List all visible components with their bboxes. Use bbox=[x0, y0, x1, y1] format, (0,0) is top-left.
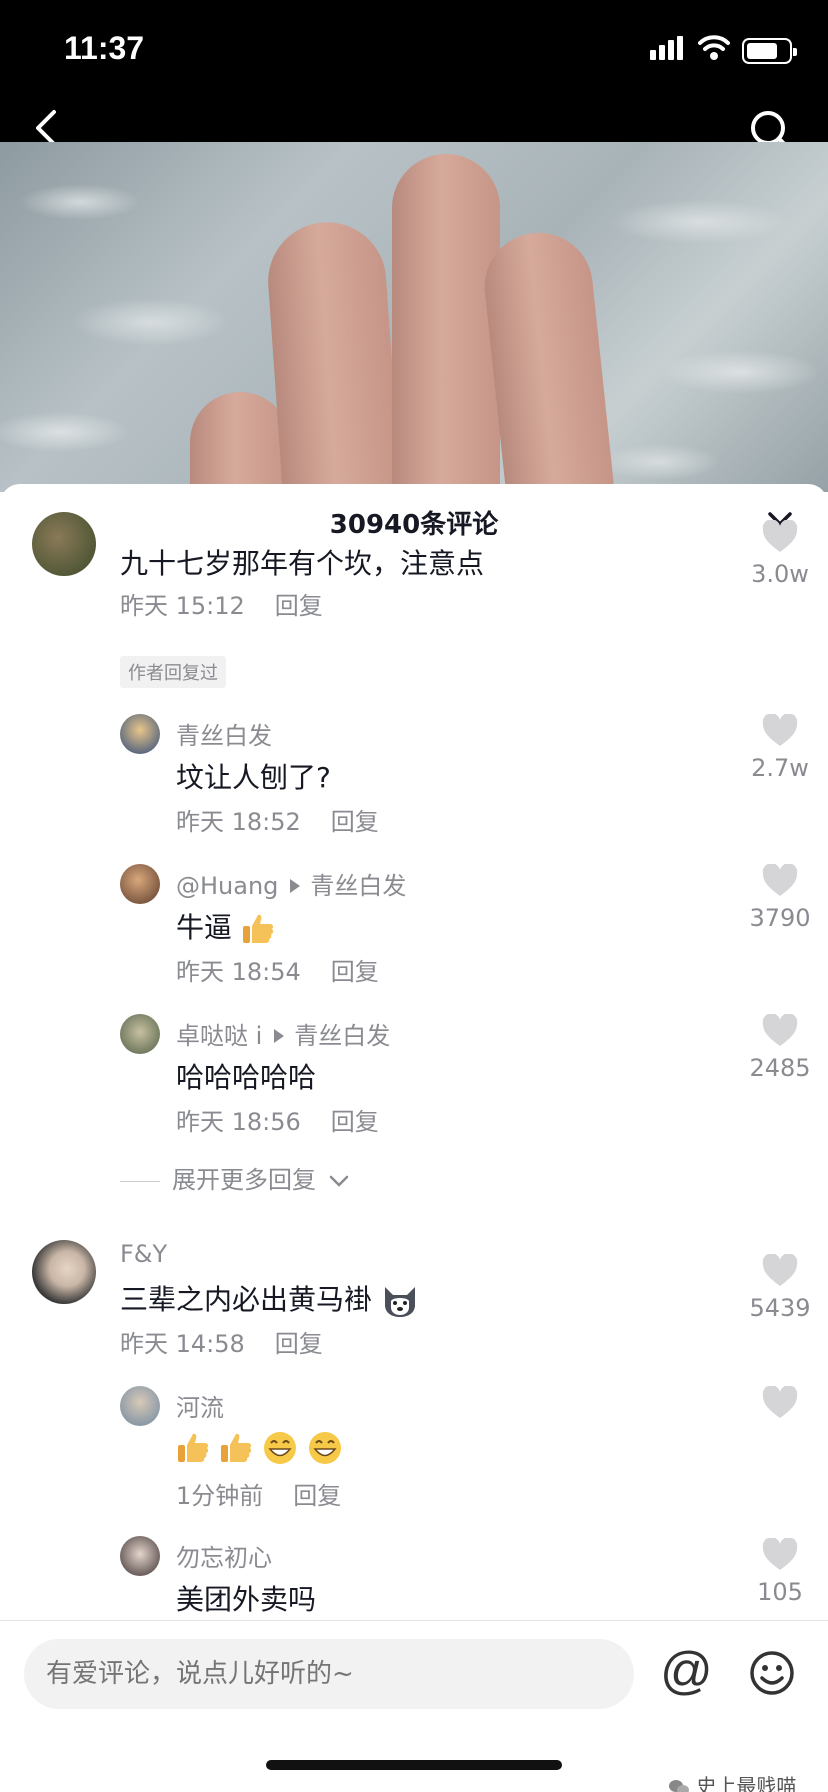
avatar[interactable] bbox=[120, 864, 160, 904]
reply-username: @Huang 青丝白发 bbox=[176, 872, 407, 900]
reply-username: 河流 bbox=[176, 1394, 224, 1422]
like-button[interactable] bbox=[740, 1385, 820, 1424]
like-count: 2485 bbox=[749, 1054, 811, 1082]
comment-time: 昨天 15:12 bbox=[120, 592, 245, 620]
reply-text bbox=[176, 1430, 343, 1466]
battery-icon bbox=[742, 38, 797, 64]
reply-button[interactable]: 回复 bbox=[275, 1330, 323, 1358]
reply-time: 昨天 18:54 bbox=[176, 958, 301, 986]
reply-meta: 昨天 18:52 回复 bbox=[176, 802, 379, 837]
heart-icon bbox=[762, 1013, 798, 1046]
reply-time: 昨天 18:56 bbox=[176, 1108, 301, 1136]
mention-button[interactable]: @ bbox=[660, 1641, 713, 1701]
avatar[interactable] bbox=[120, 1014, 160, 1054]
grin-icon bbox=[263, 1432, 296, 1464]
like-button[interactable]: 2.7w bbox=[740, 713, 820, 782]
like-count: 5439 bbox=[749, 1294, 811, 1322]
comment-text: 三辈之内必出黄马褂 bbox=[120, 1278, 419, 1319]
reply-meta: 昨天 18:54 回复 bbox=[176, 952, 379, 987]
like-count: 105 bbox=[757, 1578, 803, 1606]
video-finger bbox=[479, 227, 629, 492]
reply-text: 牛逼 bbox=[176, 906, 275, 946]
chevron-down-icon bbox=[329, 1175, 348, 1187]
avatar[interactable] bbox=[32, 1240, 96, 1304]
like-button[interactable]: 2485 bbox=[740, 1013, 820, 1082]
reply-username: 勿忘初心 bbox=[176, 1544, 272, 1572]
avatar[interactable] bbox=[120, 1536, 160, 1576]
wechat-logo-icon bbox=[669, 1779, 689, 1792]
reply-button[interactable]: 回复 bbox=[275, 592, 323, 620]
like-button[interactable]: 3.0w bbox=[740, 519, 820, 588]
like-button[interactable]: 3790 bbox=[740, 863, 820, 932]
reply-button[interactable]: 回复 bbox=[331, 808, 379, 836]
home-indicator[interactable] bbox=[266, 1760, 562, 1770]
husky-face-icon bbox=[384, 1287, 415, 1317]
reply-to-arrow-icon bbox=[274, 1029, 285, 1043]
thumbs-up-icon bbox=[242, 914, 274, 943]
author-replied-badge: 作者回复过 bbox=[120, 656, 226, 688]
heart-icon bbox=[762, 713, 798, 746]
divider-line bbox=[120, 1180, 160, 1182]
watermark: 史上最贱喵 bbox=[668, 1770, 796, 1792]
comment-time: 昨天 14:58 bbox=[120, 1330, 245, 1358]
reply-time: 1分钟前 bbox=[176, 1482, 264, 1510]
reply-button[interactable]: 回复 bbox=[331, 958, 379, 986]
reply-username: 青丝白发 bbox=[176, 722, 272, 750]
reply-username: 卓哒哒 i 青丝白发 bbox=[176, 1022, 391, 1050]
expand-more-replies-button[interactable]: 展开更多回复 bbox=[120, 1160, 350, 1195]
heart-icon bbox=[762, 1537, 798, 1570]
panel-title: 30940条评论 bbox=[329, 510, 499, 540]
comment-text: 九十七岁那年有个坎，注意点 bbox=[120, 547, 485, 580]
grin-icon bbox=[308, 1432, 341, 1464]
comment-username: F&Y bbox=[120, 1240, 168, 1268]
comment-input[interactable] bbox=[24, 1639, 634, 1709]
like-button[interactable]: 105 bbox=[740, 1537, 820, 1606]
avatar[interactable] bbox=[32, 512, 96, 576]
avatar[interactable] bbox=[120, 714, 160, 754]
heart-icon bbox=[762, 519, 798, 552]
heart-icon bbox=[762, 1385, 798, 1418]
video-finger bbox=[190, 392, 290, 492]
video-finger bbox=[392, 154, 500, 492]
reply-to-arrow-icon bbox=[290, 879, 301, 893]
reply-meta: 昨天 18:56 回复 bbox=[176, 1102, 379, 1137]
video-finger bbox=[264, 218, 410, 492]
reply-text: 坟让人刨了? bbox=[176, 761, 331, 794]
like-count: 3790 bbox=[749, 904, 811, 932]
status-time: 11:37 bbox=[64, 30, 145, 66]
reply-button[interactable]: 回复 bbox=[293, 1482, 341, 1510]
reply-time: 昨天 18:52 bbox=[176, 808, 301, 836]
avatar[interactable] bbox=[120, 1386, 160, 1426]
reply-meta: 1分钟前 回复 bbox=[176, 1476, 341, 1511]
thumbs-up-icon bbox=[220, 1433, 251, 1462]
thumbs-up-icon bbox=[178, 1433, 209, 1462]
status-bar: 11:37 bbox=[0, 0, 828, 155]
cellular-signal-icon bbox=[650, 36, 683, 60]
comment-panel: 30940条评论 九十七岁那年有个坎，注意点 昨天 15:12 回复 作者回复过 … bbox=[0, 484, 828, 1792]
like-count: 3.0w bbox=[751, 560, 809, 588]
heart-icon bbox=[762, 1253, 798, 1286]
reply-text: 美团外卖吗 bbox=[176, 1583, 317, 1616]
like-button[interactable]: 5439 bbox=[740, 1253, 820, 1322]
reply-text: 哈哈哈哈哈 bbox=[176, 1061, 317, 1094]
reply-button[interactable]: 回复 bbox=[331, 1108, 379, 1136]
comment-meta: 昨天 14:58 回复 bbox=[120, 1324, 323, 1359]
smiley-icon[interactable] bbox=[748, 1649, 796, 1697]
video-preview[interactable] bbox=[0, 142, 828, 492]
like-count: 2.7w bbox=[751, 754, 809, 782]
wifi-icon bbox=[698, 35, 730, 60]
comment-meta: 昨天 15:12 回复 bbox=[120, 586, 323, 621]
heart-icon bbox=[762, 863, 798, 896]
